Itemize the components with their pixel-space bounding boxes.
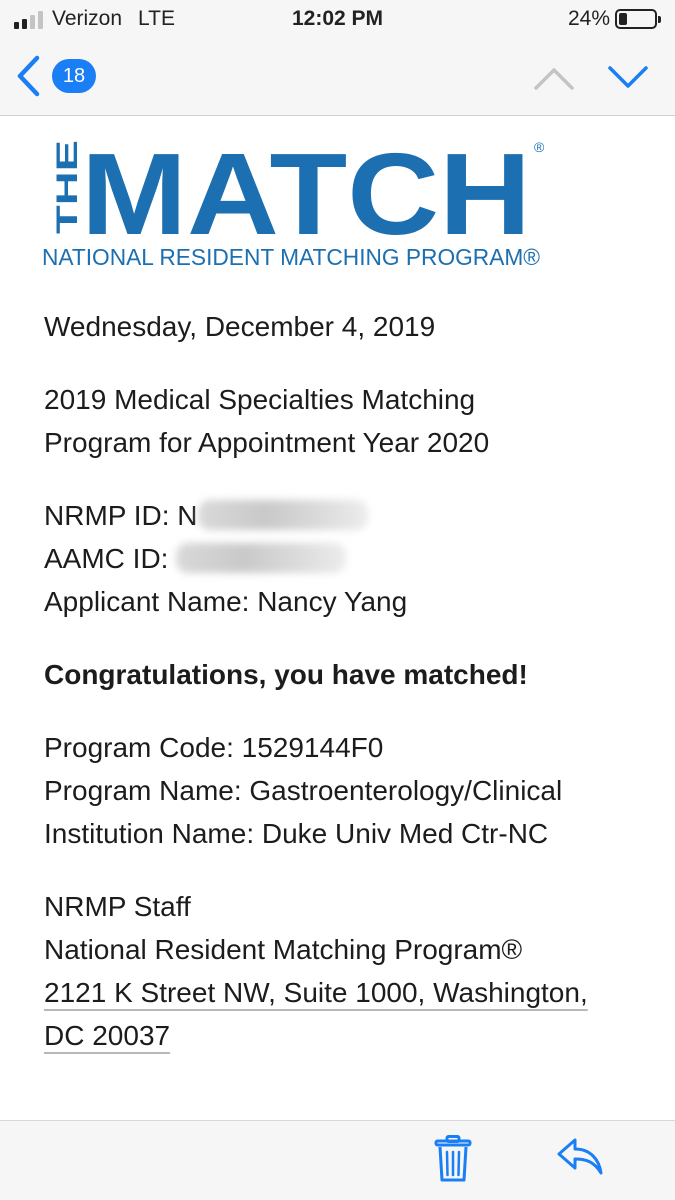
program-name: Program Name: Gastroenterology/Clinical xyxy=(44,775,563,806)
battery-fill xyxy=(619,13,627,25)
email-date: Wednesday, December 4, 2019 xyxy=(44,311,436,342)
trash-icon[interactable] xyxy=(433,1135,473,1183)
nrmp-id-label: NRMP ID: N xyxy=(44,500,198,531)
email-body: Wednesday, December 4, 2019 2019 Medical… xyxy=(44,305,644,1057)
sender-org: National Resident Matching Program® xyxy=(44,934,523,965)
redaction-blur xyxy=(197,500,368,530)
chevron-up-icon[interactable] xyxy=(532,60,576,94)
program-code: Program Code: 1529144F0 xyxy=(44,732,384,763)
unread-count-badge: 18 xyxy=(52,59,96,93)
program-title-line-1: 2019 Medical Specialties Matching xyxy=(44,384,476,415)
applicant-name: Applicant Name: Nancy Yang xyxy=(44,586,408,617)
aamc-id-label: AAMC ID: xyxy=(44,543,177,574)
reply-icon[interactable] xyxy=(556,1137,604,1177)
sender-name: NRMP Staff xyxy=(44,891,191,922)
logo-match: MATCH xyxy=(81,136,531,259)
battery-percent: 24% xyxy=(567,7,610,30)
match-congratulations: Congratulations, you have matched! xyxy=(44,659,528,690)
chevron-left-icon xyxy=(17,55,40,97)
applicant-ids: NRMP ID: N AAMC ID: Applicant Name: Nanc… xyxy=(44,494,644,623)
program-title: 2019 Medical Specialties Matching Progra… xyxy=(44,378,644,464)
status-bar: Verizon LTE 12:02 PM 24% xyxy=(0,0,675,40)
nrmp-id-line: NRMP ID: N xyxy=(44,494,644,537)
aamc-id-line: AAMC ID: xyxy=(44,537,644,580)
match-result: Program Code: 1529144F0 Program Name: Ga… xyxy=(44,726,644,855)
battery-icon xyxy=(615,9,657,29)
institution-name: Institution Name: Duke Univ Med Ctr-NC xyxy=(44,818,549,849)
redaction-blur xyxy=(176,543,347,573)
battery-info: 24% xyxy=(568,7,661,31)
mail-nav-bar: 18 xyxy=(0,40,675,116)
address-line-2[interactable]: DC 20037 xyxy=(44,1014,644,1057)
signature: NRMP Staff National Resident Matching Pr… xyxy=(44,885,644,1057)
nrmp-logo: THE MATCH ® NATIONAL RESIDENT MATCHING P… xyxy=(42,136,545,270)
address-link[interactable]: 2121 K Street NW, Suite 1000, Washington… xyxy=(44,977,588,1008)
program-title-line-2: Program for Appointment Year 2020 xyxy=(44,427,490,458)
chevron-down-icon[interactable] xyxy=(606,60,650,94)
address-line-1[interactable]: 2121 K Street NW, Suite 1000, Washington… xyxy=(44,971,644,1014)
mail-toolbar xyxy=(0,1120,675,1200)
back-button[interactable]: 18 xyxy=(12,54,96,98)
logo-the: THE xyxy=(51,140,84,234)
logo-registered-mark: ® xyxy=(534,139,545,155)
address-link[interactable]: DC 20037 xyxy=(44,1020,170,1051)
logo-tagline: NATIONAL RESIDENT MATCHING PROGRAM® xyxy=(42,244,540,270)
